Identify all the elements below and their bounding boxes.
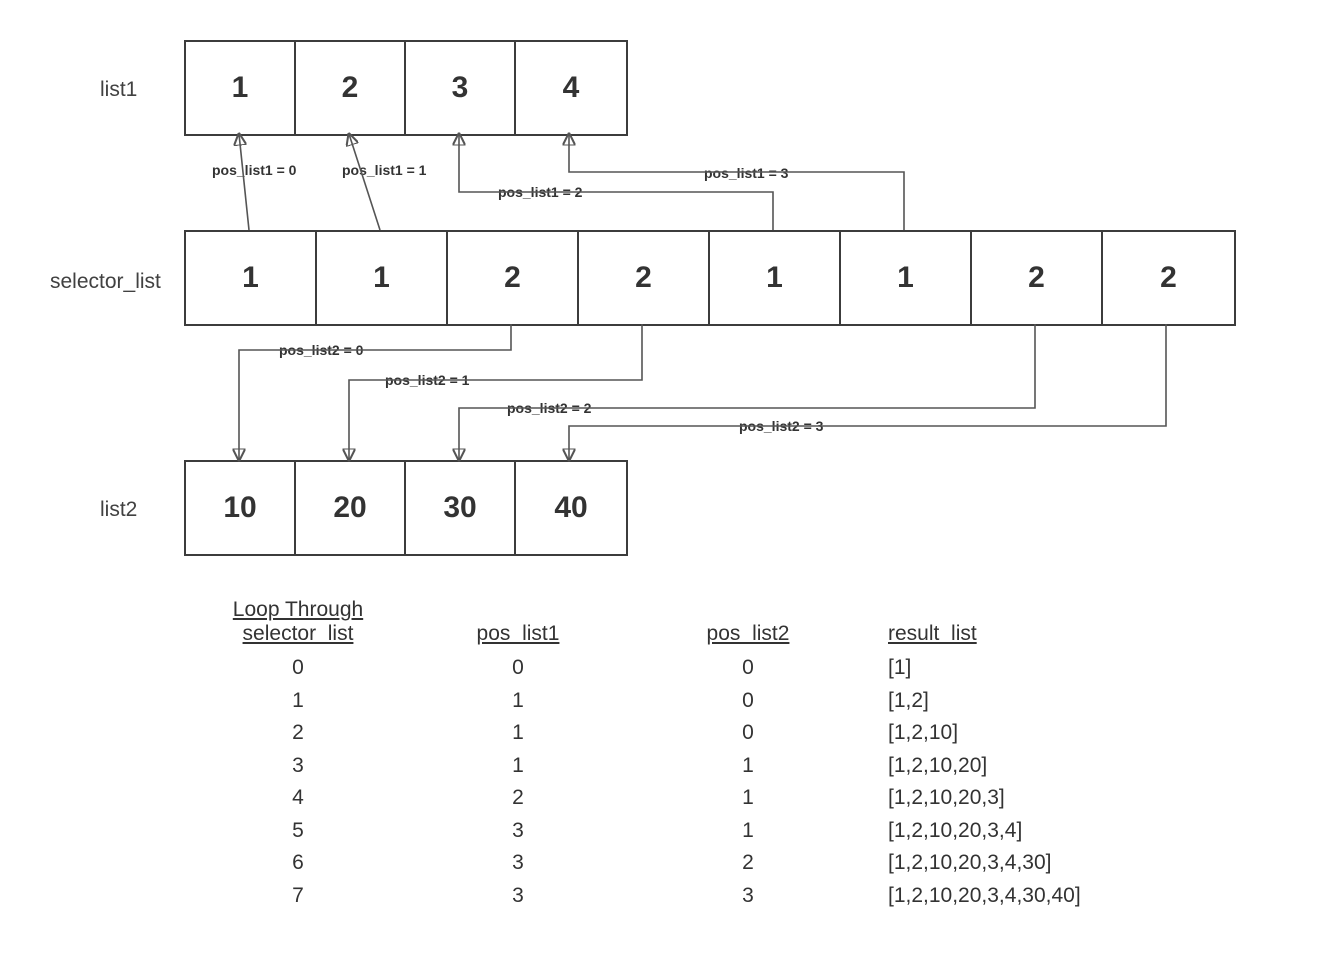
trace-cell: 0 bbox=[188, 652, 408, 685]
trace-cell: 1 bbox=[628, 815, 868, 848]
trace-row: 7 3 3 [1,2,10,20,3,4,30,40] bbox=[188, 880, 1228, 913]
trace-cell: [1,2,10] bbox=[868, 717, 1228, 750]
list2-cell: 40 bbox=[516, 462, 626, 554]
trace-cell: 3 bbox=[408, 847, 628, 880]
trace-cell: [1,2,10,20] bbox=[868, 750, 1228, 783]
trace-cell: 0 bbox=[408, 652, 628, 685]
trace-header-loop: Loop Through selector_list bbox=[188, 598, 408, 646]
selector-cell: 1 bbox=[710, 232, 841, 324]
list1-cell: 2 bbox=[296, 42, 406, 134]
trace-cell: 7 bbox=[188, 880, 408, 913]
trace-cell: 1 bbox=[628, 782, 868, 815]
selector-cell: 1 bbox=[841, 232, 972, 324]
trace-row: 2 1 0 [1,2,10] bbox=[188, 717, 1228, 750]
list1-cell: 4 bbox=[516, 42, 626, 134]
selector-cell: 1 bbox=[317, 232, 448, 324]
arrow-label-pos-list1-2: pos_list1 = 2 bbox=[494, 184, 586, 200]
label-selector-list: selector_list bbox=[50, 270, 161, 294]
list2-cell: 30 bbox=[406, 462, 516, 554]
diagram-stage: list1 selector_list list2 1 2 3 4 1 1 2 … bbox=[0, 0, 1333, 963]
trace-cell: 2 bbox=[628, 847, 868, 880]
trace-cell: 6 bbox=[188, 847, 408, 880]
trace-cell: 0 bbox=[628, 685, 868, 718]
trace-row: 4 2 1 [1,2,10,20,3] bbox=[188, 782, 1228, 815]
trace-cell: 0 bbox=[628, 652, 868, 685]
trace-cell: 1 bbox=[408, 685, 628, 718]
trace-cell: 2 bbox=[408, 782, 628, 815]
selector-cell: 2 bbox=[448, 232, 579, 324]
trace-cell: 3 bbox=[408, 880, 628, 913]
arrow-label-pos-list2-0: pos_list2 = 0 bbox=[275, 342, 367, 358]
list2-array: 10 20 30 40 bbox=[184, 460, 628, 556]
trace-header-pos-list1: pos_list1 bbox=[408, 622, 628, 646]
selector-cell: 1 bbox=[186, 232, 317, 324]
arrow-label-pos-list1-3: pos_list1 = 3 bbox=[700, 165, 792, 181]
list1-array: 1 2 3 4 bbox=[184, 40, 628, 136]
label-list1: list1 bbox=[100, 78, 137, 102]
trace-cell: 1 bbox=[408, 717, 628, 750]
selector-cell: 2 bbox=[972, 232, 1103, 324]
trace-header-pos-list2: pos_list2 bbox=[628, 622, 868, 646]
trace-header: Loop Through selector_list pos_list1 pos… bbox=[188, 598, 1228, 646]
selector-cell: 2 bbox=[1103, 232, 1234, 324]
trace-cell: 1 bbox=[628, 750, 868, 783]
trace-cell: 1 bbox=[188, 685, 408, 718]
list2-cell: 10 bbox=[186, 462, 296, 554]
list1-cell: 3 bbox=[406, 42, 516, 134]
trace-row: 5 3 1 [1,2,10,20,3,4] bbox=[188, 815, 1228, 848]
arrow-label-pos-list2-1: pos_list2 = 1 bbox=[381, 372, 473, 388]
trace-cell: 4 bbox=[188, 782, 408, 815]
selector-cell: 2 bbox=[579, 232, 710, 324]
trace-cell: 0 bbox=[628, 717, 868, 750]
trace-cell: 3 bbox=[628, 880, 868, 913]
trace-row: 6 3 2 [1,2,10,20,3,4,30] bbox=[188, 847, 1228, 880]
trace-cell: [1,2,10,20,3,4] bbox=[868, 815, 1228, 848]
list1-cell: 1 bbox=[186, 42, 296, 134]
trace-cell: [1,2,10,20,3,4,30] bbox=[868, 847, 1228, 880]
trace-header-result: result_list bbox=[868, 622, 1228, 646]
trace-cell: [1,2,10,20,3,4,30,40] bbox=[868, 880, 1228, 913]
trace-row: 0 0 0 [1] bbox=[188, 652, 1228, 685]
selector-list-array: 1 1 2 2 1 1 2 2 bbox=[184, 230, 1236, 326]
trace-row: 1 1 0 [1,2] bbox=[188, 685, 1228, 718]
trace-row: 3 1 1 [1,2,10,20] bbox=[188, 750, 1228, 783]
trace-cell: 2 bbox=[188, 717, 408, 750]
trace-table: Loop Through selector_list pos_list1 pos… bbox=[188, 598, 1228, 912]
trace-cell: [1,2] bbox=[868, 685, 1228, 718]
arrow-label-pos-list2-3: pos_list2 = 3 bbox=[735, 418, 827, 434]
list2-cell: 20 bbox=[296, 462, 406, 554]
trace-cell: 1 bbox=[408, 750, 628, 783]
trace-cell: [1,2,10,20,3] bbox=[868, 782, 1228, 815]
label-list2: list2 bbox=[100, 498, 137, 522]
arrow-label-pos-list1-0: pos_list1 = 0 bbox=[208, 162, 300, 178]
trace-cell: 3 bbox=[408, 815, 628, 848]
trace-cell: 3 bbox=[188, 750, 408, 783]
arrow-label-pos-list2-2: pos_list2 = 2 bbox=[503, 400, 595, 416]
trace-cell: 5 bbox=[188, 815, 408, 848]
trace-cell: [1] bbox=[868, 652, 1228, 685]
arrow-label-pos-list1-1: pos_list1 = 1 bbox=[338, 162, 430, 178]
